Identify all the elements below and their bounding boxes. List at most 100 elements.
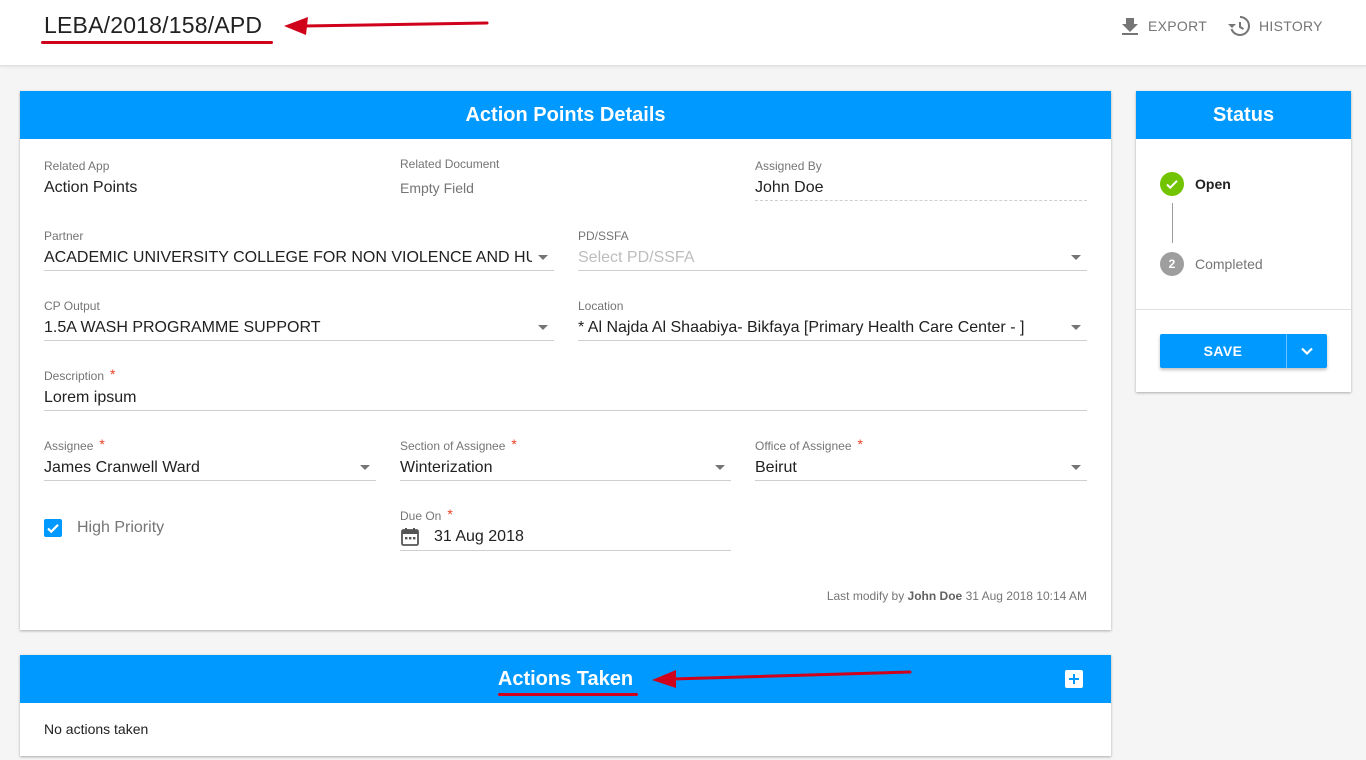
export-button[interactable]: EXPORT [1121,16,1207,36]
field-underline [44,270,554,271]
download-icon [1122,18,1138,35]
description-value: Lorem ipsum [44,389,137,406]
last-modify-prefix: Last modify by [826,589,905,603]
step-label: Open [1195,176,1231,192]
arrow-annotation-icon [652,670,912,688]
field-underline [44,410,1087,411]
required-mark: * [110,366,116,382]
last-modify-note: Last modify by John Doe 31 Aug 2018 10:1… [827,589,1087,603]
annotation-underline [498,693,638,696]
required-mark: * [99,436,105,452]
assignee-dropdown[interactable]: Assignee * James Cranwell Ward [44,436,376,481]
related-document-value: Empty Field [400,180,474,196]
chevron-down-icon [715,465,725,470]
chevron-down-icon [1301,347,1313,356]
field-label: Partner [44,229,84,243]
actions-taken-card: Actions Taken No actions taken [20,655,1111,756]
field-label: Due On [400,509,442,523]
chevron-down-icon [1071,255,1081,260]
arrow-annotation-icon [284,17,489,35]
high-priority-label: High Priority [77,519,165,536]
chevron-down-icon [1071,325,1081,330]
history-icon [1228,16,1250,36]
card-title: Action Points Details [20,91,1111,139]
save-button[interactable]: SAVE [1160,343,1286,359]
assignee-value: James Cranwell Ward [44,459,200,476]
chevron-down-icon [1071,465,1081,470]
pd-ssfa-placeholder: Select PD/SSFA [578,249,695,266]
cp-output-dropdown[interactable]: CP Output 1.5A WASH PROGRAMME SUPPORT [44,299,554,341]
add-box-icon [1069,674,1079,684]
section-of-assignee-dropdown[interactable]: Section of Assignee * Winterization [400,436,731,481]
calendar-icon [401,528,419,546]
step-label: Completed [1195,256,1263,272]
location-dropdown[interactable]: Location * Al Najda Al Shaabiya- Bikfaya… [578,299,1087,341]
status-divider [1136,309,1351,310]
location-value: * Al Najda Al Shaabiya- Bikfaya [Primary… [578,319,1025,336]
field-underline [578,270,1087,271]
office-value: Beirut [755,459,797,476]
office-of-assignee-dropdown[interactable]: Office of Assignee * Beirut [755,436,1087,481]
step-done-icon [1160,172,1184,196]
due-on-datepicker[interactable]: Due On * 31 Aug 2018 [400,506,731,551]
required-mark: * [511,436,517,452]
action-points-details-card: Action Points Details Related App Action… [20,91,1111,630]
pd-ssfa-dropdown[interactable]: PD/SSFA Select PD/SSFA [578,229,1087,271]
high-priority-checkbox[interactable]: High Priority [44,518,244,542]
field-label: Related App [44,159,110,173]
related-document-field: Related Document Empty Field [400,157,730,196]
chevron-down-icon [538,255,548,260]
field-label: PD/SSFA [578,229,629,243]
field-underline [44,340,554,341]
chevron-down-icon [360,465,370,470]
partner-value: ACADEMIC UNIVERSITY COLLEGE FOR NON VIOL… [44,249,532,266]
save-options-button[interactable] [1287,334,1327,368]
field-label: Description [44,369,105,383]
field-underline [755,480,1087,481]
chevron-down-icon [538,325,548,330]
status-step-open: Open [1160,172,1231,196]
cp-output-value: 1.5A WASH PROGRAMME SUPPORT [44,319,321,336]
related-app-value: Action Points [44,179,138,196]
field-underline [400,550,731,551]
step-connector [1172,203,1173,243]
last-modify-datetime: 31 Aug 2018 10:14 AM [965,589,1087,603]
required-mark: * [857,436,863,452]
due-on-value: 31 Aug 2018 [434,528,524,545]
assigned-by-field: Assigned By John Doe [755,159,1087,201]
field-underline [44,480,376,481]
page-header: LEBA/2018/158/APD EXPORT HISTORY [0,0,1366,66]
field-underline [755,200,1087,201]
page-title: LEBA/2018/158/APD [44,12,263,38]
export-label: EXPORT [1148,18,1208,34]
section-value: Winterization [400,459,493,476]
add-action-button[interactable] [1065,670,1083,688]
field-label: Office of Assignee [755,439,852,453]
status-card: Status Open 2 Completed SAVE [1136,91,1351,392]
field-label: CP Output [44,299,100,313]
annotation-underline [41,41,273,44]
history-label: HISTORY [1259,18,1323,34]
related-app-field: Related App Action Points [44,159,374,197]
status-title: Status [1136,91,1351,139]
assigned-by-value: John Doe [755,179,824,196]
check-icon [1166,180,1178,190]
save-button-group: SAVE [1160,334,1327,368]
history-button[interactable]: HISTORY [1228,16,1323,36]
field-underline [578,340,1087,341]
field-label: Location [578,299,624,313]
required-mark: * [447,506,453,522]
checkbox-box[interactable] [44,519,62,537]
check-icon [47,524,59,534]
field-label: Section of Assignee [400,439,506,453]
last-modify-user: John Doe [907,589,963,603]
partner-dropdown[interactable]: Partner ACADEMIC UNIVERSITY COLLEGE FOR … [44,229,554,271]
no-actions-text: No actions taken [44,721,149,737]
actions-taken-title: Actions Taken [497,667,634,690]
description-input[interactable]: Description * Lorem ipsum [44,366,1087,411]
step-number-badge: 2 [1160,252,1184,276]
field-label: Related Document [400,157,500,171]
field-underline [400,480,731,481]
field-label: Assigned By [755,159,822,173]
status-step-completed: 2 Completed [1160,252,1263,276]
